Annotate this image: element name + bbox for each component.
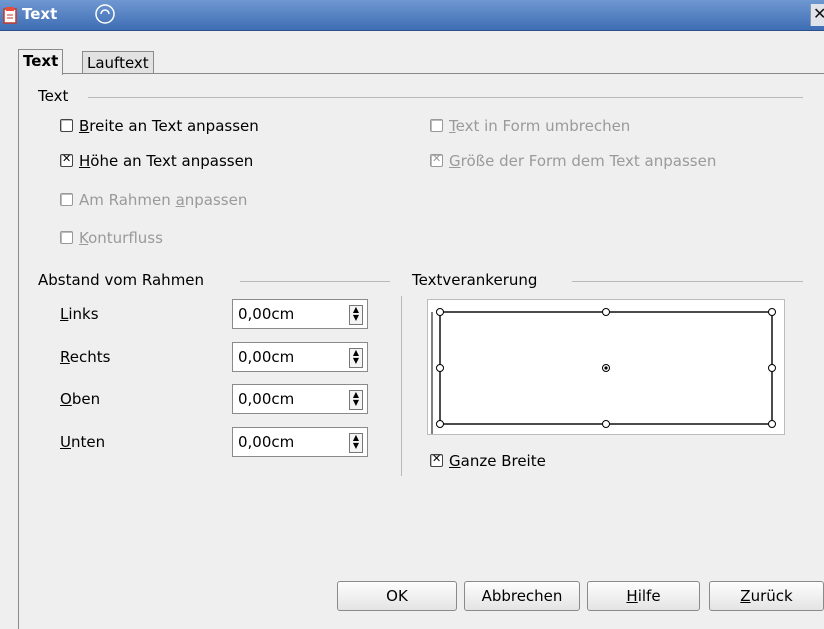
ok-button[interactable]: OK	[337, 581, 457, 611]
top-spacing-input[interactable]: 0,00cm ▲ ▼	[232, 384, 368, 414]
spin-arrows-icon[interactable]: ▲ ▼	[349, 348, 363, 368]
anchor-middle-left-radio	[436, 364, 444, 372]
top-label: Oben	[60, 390, 100, 408]
section-separator	[401, 296, 402, 476]
fit-height-checkbox[interactable]: Höhe an Text anpassen	[60, 152, 253, 170]
anchor-top-right-radio	[768, 308, 776, 316]
top-label-accel: O	[60, 390, 72, 408]
checkbox-box[interactable]	[60, 152, 73, 167]
contour-checkbox[interactable]: Konturfluss	[60, 229, 163, 247]
tab-text[interactable]: Text	[18, 49, 64, 75]
bottom-spacing-value: 0,00cm	[238, 433, 295, 451]
resize-shape-label: röße der Form dem Text anpassen	[460, 152, 717, 170]
right-label: Rechts	[60, 348, 110, 366]
top-spacing-value: 0,00cm	[238, 390, 295, 408]
fit-frame-label-pre: Am Rahmen	[79, 191, 176, 209]
title-bar: Text ✕	[0, 0, 824, 31]
window-menu-icon[interactable]	[90, 2, 120, 28]
close-button[interactable]: ✕	[810, 4, 824, 26]
left-spacing-input[interactable]: 0,00cm ▲ ▼	[232, 299, 368, 329]
left-label: Links	[60, 305, 99, 323]
contour-label-accel: K	[79, 229, 89, 247]
cancel-label: Abbrechen	[481, 587, 563, 605]
left-spacing-value: 0,00cm	[238, 305, 295, 323]
help-button[interactable]: Hilfe	[587, 581, 700, 611]
back-label: urück	[750, 587, 793, 605]
anchor-bottom-center-radio	[602, 420, 610, 428]
contour-label: onturfluss	[88, 229, 163, 247]
right-label-accel: R	[60, 348, 70, 366]
bottom-label-text: nten	[70, 433, 106, 451]
anchor-bottom-left-radio	[436, 420, 444, 428]
section-title-anchor: Textverankerung	[412, 271, 544, 289]
back-label-accel: Z	[740, 587, 751, 605]
full-width-checkbox[interactable]: Ganze Breite	[430, 452, 546, 470]
tab-lauftext-label: Lauftext	[87, 54, 149, 72]
bottom-label: Unten	[60, 433, 105, 451]
fit-width-label-accel: B	[79, 117, 90, 135]
word-wrap-checkbox[interactable]: Text in Form umbrechen	[430, 117, 630, 135]
fit-height-label: öhe an Text anpassen	[90, 152, 254, 170]
anchor-center-selected-icon	[604, 366, 608, 370]
anchor-top-center-radio	[602, 308, 610, 316]
right-label-text: echts	[69, 348, 111, 366]
top-label-text: ben	[71, 390, 101, 408]
checkbox-box[interactable]	[60, 193, 73, 206]
checkbox-box[interactable]	[60, 231, 73, 244]
help-label-accel: H	[626, 587, 638, 605]
section-title-text: Text	[38, 87, 75, 105]
right-spacing-input[interactable]: 0,00cm ▲ ▼	[232, 342, 368, 372]
spin-arrows-icon[interactable]: ▲ ▼	[349, 433, 363, 453]
anchor-middle-right-radio	[768, 364, 776, 372]
section-divider	[240, 281, 390, 282]
fit-width-label: reite an Text anpassen	[89, 117, 259, 135]
tab-text-label: Text	[23, 52, 59, 70]
app-icon	[3, 7, 17, 24]
right-spacing-value: 0,00cm	[238, 348, 295, 366]
anchor-preview	[427, 299, 785, 435]
anchor-frame	[431, 308, 776, 434]
left-label-text: inks	[68, 305, 99, 323]
close-icon: ✕	[813, 4, 824, 23]
checkbox-box[interactable]	[430, 152, 443, 167]
checkbox-box[interactable]	[60, 119, 73, 132]
anchor-bottom-right-radio	[768, 420, 776, 428]
bottom-label-accel: U	[60, 433, 71, 451]
fit-frame-label: npassen	[184, 191, 248, 209]
tab-lauftext[interactable]: Lauftext	[82, 51, 154, 74]
fit-frame-checkbox[interactable]: Am Rahmen anpassen	[60, 191, 247, 209]
window-title: Text	[22, 5, 58, 23]
resize-shape-checkbox[interactable]: Größe der Form dem Text anpassen	[430, 152, 716, 170]
cancel-button[interactable]: Abbrechen	[464, 581, 580, 611]
full-width-label-accel: G	[449, 452, 461, 470]
section-title-spacing: Abstand vom Rahmen	[38, 271, 211, 289]
checkbox-box[interactable]	[430, 452, 443, 467]
ok-label: OK	[386, 587, 408, 605]
word-wrap-label-accel: T	[449, 117, 456, 135]
spin-arrows-icon[interactable]: ▲ ▼	[349, 305, 363, 325]
help-label: ilfe	[637, 587, 661, 605]
section-divider	[572, 281, 803, 282]
resize-shape-label-accel: G	[449, 152, 461, 170]
fit-width-checkbox[interactable]: Breite an Text anpassen	[60, 117, 259, 135]
word-wrap-label: ext in Form umbrechen	[455, 117, 631, 135]
fit-frame-label-accel: a	[175, 191, 185, 209]
checkbox-box[interactable]	[430, 119, 443, 132]
fit-height-label-accel: H	[79, 152, 91, 170]
spin-arrows-icon[interactable]: ▲ ▼	[349, 390, 363, 410]
back-button[interactable]: Zurück	[709, 581, 824, 611]
full-width-label: anze Breite	[460, 452, 546, 470]
anchor-top-left-radio	[436, 308, 444, 316]
bottom-spacing-input[interactable]: 0,00cm ▲ ▼	[232, 427, 368, 457]
section-divider	[88, 97, 803, 98]
